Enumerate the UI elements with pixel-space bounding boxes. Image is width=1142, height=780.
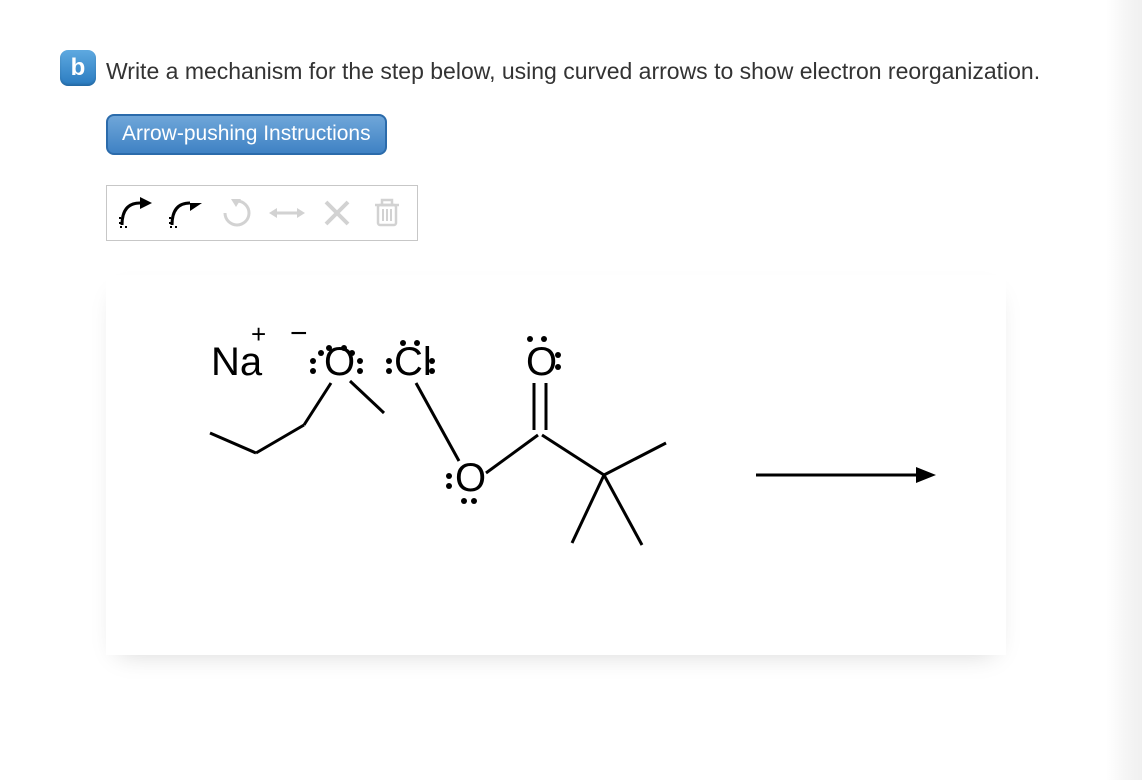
anion-charge: − <box>290 317 308 350</box>
lone-pair-dot <box>349 350 355 356</box>
bond <box>604 443 666 475</box>
lone-pair-dot <box>318 350 324 356</box>
lone-pair-dot <box>429 358 435 364</box>
bond <box>210 433 256 453</box>
half-curved-arrow-icon <box>166 193 208 233</box>
arrow-toolbar <box>106 185 418 241</box>
lone-pair-dot <box>310 368 316 374</box>
tool-delete-all <box>363 190 411 236</box>
lone-pair-dot <box>429 368 435 374</box>
tool-delete-arrow <box>313 190 361 236</box>
bond <box>572 475 604 543</box>
lone-pair-dot <box>446 483 452 489</box>
bond <box>604 475 642 545</box>
lone-pair-dot <box>555 364 561 370</box>
chlorine-label: Cl <box>394 340 432 384</box>
lone-pair-dot <box>400 340 406 346</box>
ester-oxygen: O <box>455 456 486 500</box>
lone-pair-dot <box>527 336 533 342</box>
question-prompt: Write a mechanism for the step below, us… <box>106 54 1040 90</box>
bond <box>256 425 304 453</box>
reaction-arrow-head <box>916 467 936 483</box>
part-badge: b <box>60 50 96 86</box>
lone-pair-dot <box>446 473 452 479</box>
delete-x-icon <box>317 193 357 233</box>
trash-icon <box>367 193 407 233</box>
bond <box>416 383 459 461</box>
bond <box>542 435 604 475</box>
lone-pair-dot <box>386 368 392 374</box>
lone-pair-dot <box>541 336 547 342</box>
mechanism-canvas[interactable]: Na + − O Cl <box>106 275 1006 655</box>
bond <box>304 383 331 425</box>
bond <box>350 381 384 413</box>
lone-pair-dot <box>386 358 392 364</box>
lone-pair-dot <box>471 498 477 504</box>
lone-pair-dot <box>357 358 363 364</box>
lone-pair-dot <box>326 345 332 351</box>
carbonyl-oxygen: O <box>526 340 557 384</box>
lone-pair-dot <box>461 498 467 504</box>
tool-rotate <box>213 190 261 236</box>
lone-pair-dot <box>414 340 420 346</box>
tool-full-curved-arrow[interactable] <box>113 190 161 236</box>
tool-move <box>263 190 311 236</box>
lone-pair-dot <box>341 345 347 351</box>
full-curved-arrow-icon <box>116 193 158 233</box>
rotate-icon <box>217 193 257 233</box>
move-icon <box>267 193 307 233</box>
arrow-pushing-instructions-button[interactable]: Arrow-pushing Instructions <box>106 114 387 155</box>
tool-half-curved-arrow[interactable] <box>163 190 211 236</box>
lone-pair-dot <box>555 352 561 358</box>
bond <box>486 435 538 473</box>
sodium-charge: + <box>251 319 266 349</box>
lone-pair-dot <box>310 358 316 364</box>
lone-pair-dot <box>357 368 363 374</box>
